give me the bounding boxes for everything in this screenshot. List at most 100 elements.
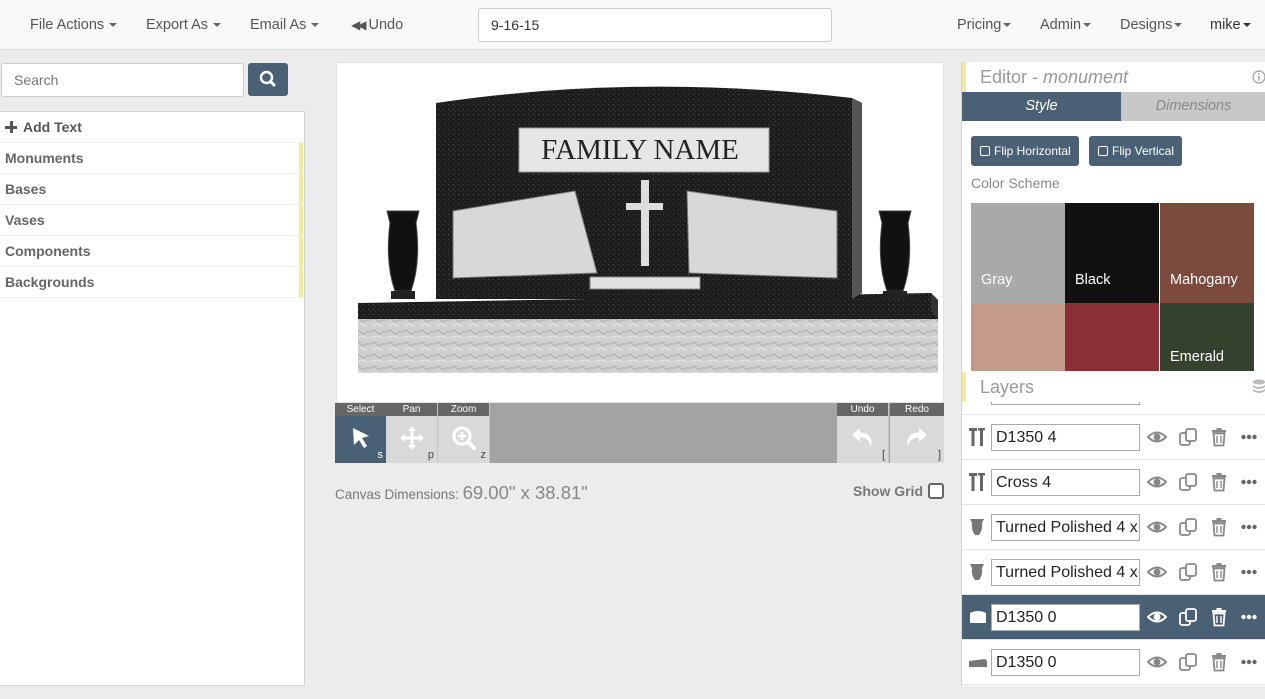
pricing-menu[interactable]: Pricing — [957, 0, 1012, 50]
editor-header: Editor - monument — [962, 62, 1265, 92]
vase-layer-icon — [970, 519, 984, 535]
duplicate-icon[interactable] — [1178, 607, 1198, 627]
caret-down-icon — [1003, 23, 1012, 28]
plus-icon — [5, 121, 17, 133]
more-options-icon[interactable] — [1241, 614, 1257, 620]
swatch-mahogany[interactable]: Mahogany — [1160, 203, 1254, 303]
duplicate-icon[interactable] — [1178, 562, 1198, 582]
clipped-layer-input — [991, 402, 1140, 405]
vase-layer-icon — [970, 564, 984, 580]
flip-horizontal-button[interactable]: Flip Horizontal — [971, 136, 1079, 166]
file-actions-menu[interactable]: File Actions — [30, 0, 118, 50]
admin-menu[interactable]: Admin — [1040, 0, 1092, 50]
add-text-button[interactable]: Add Text — [0, 112, 304, 143]
caret-down-icon — [311, 23, 320, 28]
show-grid-checkbox[interactable] — [928, 483, 944, 499]
export-as-label: Export As — [146, 17, 209, 33]
editor-panel: Editor - monument Style Dimensions Flip … — [961, 62, 1265, 686]
duplicate-icon[interactable] — [1178, 427, 1198, 447]
more-options-icon[interactable] — [1241, 569, 1257, 575]
more-options-icon[interactable] — [1241, 659, 1257, 665]
layer-name-input[interactable]: D1350 4 — [991, 424, 1140, 451]
duplicate-icon[interactable] — [1178, 517, 1198, 537]
design-canvas[interactable]: FAMILY NAME — [336, 62, 944, 403]
layer-row-monument-selected[interactable]: D1350 0 — [962, 595, 1265, 640]
admin-label: Admin — [1040, 17, 1082, 33]
layer-name-input[interactable]: D1350 0 — [991, 649, 1140, 676]
layer-name-input[interactable]: Turned Polished 4 x 10 — [991, 559, 1140, 586]
duplicate-icon[interactable] — [1178, 652, 1198, 672]
eye-icon[interactable] — [1147, 427, 1167, 447]
layer-name-input[interactable]: Cross 4 — [991, 469, 1140, 496]
category-components[interactable]: Components — [0, 236, 304, 267]
search-button[interactable] — [248, 63, 288, 96]
caret-down-icon — [213, 23, 222, 28]
user-menu[interactable]: mike — [1210, 0, 1251, 50]
swatch-pink[interactable] — [971, 303, 1065, 371]
pricing-label: Pricing — [957, 17, 1002, 33]
pan-tool-button[interactable]: Pan p — [386, 403, 438, 463]
caret-down-icon — [109, 23, 118, 28]
category-backgrounds[interactable]: Backgrounds — [0, 267, 304, 298]
undo-tool-button[interactable]: Undo [ — [837, 403, 889, 463]
eye-icon[interactable] — [1147, 607, 1167, 627]
layer-name-input[interactable]: Turned Polished 4 x 10 — [991, 514, 1140, 541]
trash-icon[interactable] — [1210, 427, 1228, 447]
double-left-arrow-icon: ◀◀ — [351, 18, 367, 32]
layer-row-vase-1[interactable]: Turned Polished 4 x 10 — [962, 505, 1265, 550]
canvas-dimensions: Canvas Dimensions: 69.00" x 38.81" — [335, 482, 588, 504]
select-tool-label: Select — [335, 403, 386, 416]
eye-icon[interactable] — [1147, 472, 1167, 492]
trash-icon[interactable] — [1210, 607, 1228, 627]
swatch-gray[interactable]: Gray — [971, 203, 1065, 303]
user-label: mike — [1210, 17, 1241, 33]
duplicate-icon[interactable] — [1178, 472, 1198, 492]
search-input[interactable] — [1, 63, 244, 97]
text-layer-icon — [969, 473, 985, 491]
redo-tool-button[interactable]: Redo ] — [890, 403, 944, 463]
trash-icon[interactable] — [1210, 652, 1228, 672]
more-options-icon[interactable] — [1241, 524, 1257, 530]
base-layer-icon — [969, 659, 987, 667]
family-name-text: FAMILY NAME — [541, 134, 739, 166]
more-options-icon[interactable] — [1241, 434, 1257, 440]
email-as-menu[interactable]: Email As — [250, 0, 320, 50]
export-as-menu[interactable]: Export As — [146, 0, 222, 50]
show-grid-label[interactable]: Show Grid — [853, 483, 923, 499]
layer-row-text-cross[interactable]: Cross 4 — [962, 460, 1265, 505]
undo-tool-label: Undo — [837, 403, 888, 416]
swatch-emerald-label: Emerald — [1170, 349, 1224, 365]
email-as-label: Email As — [250, 17, 307, 33]
category-vases[interactable]: Vases — [0, 205, 304, 236]
zoom-tool-button[interactable]: Zoom z — [438, 403, 490, 463]
more-options-icon[interactable] — [1241, 479, 1257, 485]
select-tool-button[interactable]: Select s — [335, 403, 387, 463]
layer-row-vase-2[interactable]: Turned Polished 4 x 10 — [962, 550, 1265, 595]
flip-vertical-button[interactable]: Flip Vertical — [1089, 136, 1183, 166]
category-bases[interactable]: Bases — [0, 174, 304, 205]
trash-icon[interactable] — [1210, 517, 1228, 537]
undo-button[interactable]: ◀◀ Undo — [351, 0, 403, 50]
layer-row-base[interactable]: D1350 0 — [962, 640, 1265, 685]
designs-menu[interactable]: Designs — [1120, 0, 1183, 50]
swatch-emerald[interactable]: Emerald — [1160, 303, 1254, 371]
top-navbar: File Actions Export As Email As ◀◀Undo P… — [0, 0, 1265, 50]
swatch-black[interactable]: Black — [1065, 203, 1159, 303]
flip-vertical-label: Flip Vertical — [1112, 144, 1175, 158]
trash-icon[interactable] — [1210, 472, 1228, 492]
checkbox-square-icon — [980, 146, 990, 156]
tab-dimensions[interactable]: Dimensions — [1121, 92, 1265, 121]
eye-icon[interactable] — [1147, 517, 1167, 537]
trash-icon[interactable] — [1210, 562, 1228, 582]
info-icon[interactable] — [1252, 70, 1265, 84]
eye-icon[interactable] — [1147, 562, 1167, 582]
layer-row-text-d1350[interactable]: D1350 4 — [962, 415, 1265, 460]
layer-name-input[interactable]: D1350 0 — [991, 604, 1140, 631]
category-monuments[interactable]: Monuments — [0, 143, 304, 174]
eye-icon[interactable] — [1147, 652, 1167, 672]
swatch-gray-label: Gray — [981, 272, 1013, 288]
swatch-red[interactable] — [1065, 303, 1159, 371]
redo-arrow-icon — [907, 428, 927, 447]
tab-style[interactable]: Style — [962, 92, 1121, 121]
design-title-input[interactable] — [478, 8, 832, 42]
